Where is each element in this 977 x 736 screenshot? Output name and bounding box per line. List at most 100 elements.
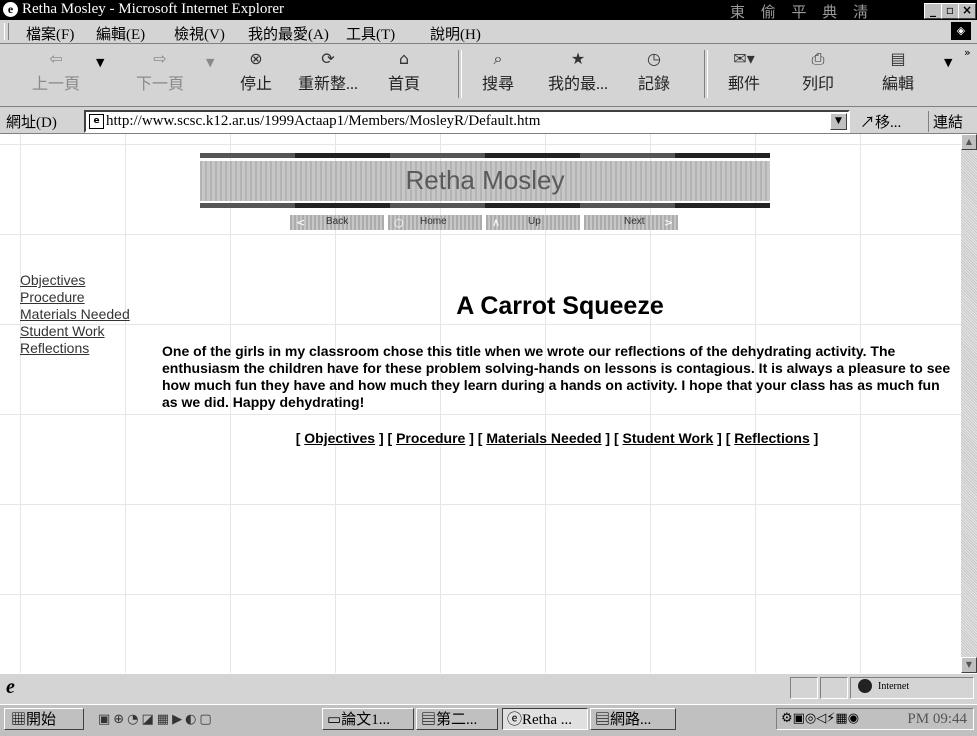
page-content: Retha Mosley < Back ○ Home ∧ Up Next > O…	[0, 134, 961, 673]
intro-paragraph: One of the girls in my classroom chose t…	[162, 343, 951, 410]
toolbar-separator	[704, 50, 708, 98]
minimize-button[interactable]: _	[924, 3, 942, 19]
taskbar: ▦開始 ▣⊕◔◪▦▶◐▢ ▭論文1... ▤第二... ⓔRetha ... ▤…	[0, 704, 977, 736]
bottom-link-procedure[interactable]: Procedure	[396, 430, 465, 446]
folder-icon: ▭	[327, 712, 342, 728]
ie-app-icon[interactable]: e	[3, 2, 18, 17]
toolbar-separator	[458, 50, 462, 98]
side-link-reflections[interactable]: Reflections	[20, 340, 89, 357]
history-button[interactable]: ◷ 記錄	[622, 48, 686, 94]
window-title: Retha Mosley - Microsoft Internet Explor…	[22, 1, 285, 17]
windows-logo-icon: ◈	[951, 22, 971, 40]
taskbar-item-network[interactable]: ▤網路...	[590, 708, 676, 730]
forward-button[interactable]: ⇨ 下一頁	[128, 48, 192, 94]
home-button[interactable]: ⌂ 首頁	[372, 48, 436, 94]
menu-view[interactable]: 檢視(V)	[174, 23, 225, 44]
status-pane	[790, 677, 818, 699]
system-tray: ⚙▣◎◁⚡▦◉ PM 09:44	[776, 708, 974, 730]
faded-title-text: 東 偷 平 典 淸	[730, 5, 875, 21]
zone-label: Internet	[878, 681, 910, 692]
menu-favorites[interactable]: 我的最愛(A)	[248, 23, 329, 44]
favorites-button[interactable]: ★ 我的最...	[546, 48, 610, 94]
maximize-button[interactable]: ▫	[941, 3, 959, 19]
toolbar: ⇦ 上一頁 ▼ ⇨ 下一頁 ▼ ⊗ 停止 ⟳ 重新整... ⌂ 首頁 ⌕ 搜尋 …	[0, 44, 977, 107]
bottom-links: [ Objectives ] [ Procedure ] [ Materials…	[295, 430, 819, 446]
favorites-icon: ★	[570, 49, 586, 68]
search-button[interactable]: ⌕ 搜尋	[466, 48, 530, 94]
taskbar-item-retha[interactable]: ⓔRetha ...	[502, 708, 588, 730]
chevron-up-icon: ∧	[492, 216, 501, 229]
taskbar-item-chapter[interactable]: ▤第二...	[416, 708, 498, 730]
address-dropdown-icon[interactable]: ▼	[830, 113, 847, 130]
side-link-objectives[interactable]: Objectives	[20, 272, 85, 289]
status-bar: e Internet	[0, 673, 977, 704]
address-bar: 網址(D) e http://www.scsc.k12.ar.us/1999Ac…	[0, 107, 977, 134]
close-button[interactable]: ×	[958, 3, 976, 19]
page-heading: A Carrot Squeeze	[456, 292, 664, 320]
side-link-materials-needed[interactable]: Materials Needed	[20, 306, 130, 323]
menu-tools[interactable]: 工具(T)	[346, 23, 395, 44]
tray-icons[interactable]: ⚙▣◎◁⚡▦◉	[781, 711, 859, 726]
document-icon: ▤	[595, 712, 611, 728]
nav-back-button[interactable]: < Back	[290, 215, 384, 230]
edit-button[interactable]: ▤ 編輯	[866, 48, 930, 94]
menu-file[interactable]: 檔案(F)	[26, 23, 74, 44]
ie-status-icon: e	[6, 676, 15, 698]
nav-next-button[interactable]: Next >	[584, 215, 678, 230]
back-button[interactable]: ⇦ 上一頁	[24, 48, 88, 94]
bottom-link-materials-needed[interactable]: Materials Needed	[486, 430, 601, 446]
home-icon: ⌂	[398, 49, 410, 68]
title-bar: e Retha Mosley - Microsoft Internet Expl…	[0, 0, 977, 21]
clock[interactable]: PM 09:44	[907, 711, 967, 728]
start-button[interactable]: ▦開始	[4, 708, 84, 730]
address-input[interactable]: e http://www.scsc.k12.ar.us/1999Actaap1/…	[84, 110, 850, 133]
edit-icon: ▤	[890, 49, 906, 68]
refresh-button[interactable]: ⟳ 重新整...	[296, 48, 360, 94]
chevron-right-icon: >	[664, 216, 674, 229]
mail-button[interactable]: ✉▾ 郵件	[712, 48, 776, 94]
toolbar-overflow-icon[interactable]: »	[964, 46, 971, 59]
bottom-link-student-work[interactable]: Student Work	[623, 430, 714, 446]
bottom-link-objectives[interactable]: Objectives	[304, 430, 375, 446]
history-icon: ◷	[647, 49, 661, 68]
banner: Retha Mosley	[200, 153, 770, 211]
print-button[interactable]: ⎙ 列印	[786, 48, 850, 94]
mail-icon: ✉▾	[733, 49, 755, 68]
windows-flag-icon: ▦	[11, 712, 27, 728]
search-icon: ⌕	[493, 49, 503, 68]
globe-icon	[858, 679, 872, 693]
menu-grip[interactable]	[4, 23, 9, 40]
refresh-icon: ⟳	[321, 49, 335, 68]
taskbar-item-thesis[interactable]: ▭論文1...	[322, 708, 414, 730]
chevron-left-icon: <	[296, 216, 306, 229]
scroll-down-icon[interactable]: ▼	[961, 657, 977, 673]
address-label: 網址(D)	[6, 115, 57, 131]
nav-home-button[interactable]: ○ Home	[388, 215, 482, 230]
edit-dropdown-icon[interactable]: ▼	[944, 56, 952, 69]
side-link-procedure[interactable]: Procedure	[20, 289, 85, 306]
scroll-up-icon[interactable]: ▲	[961, 134, 977, 150]
back-arrow-icon: ⇦	[49, 49, 63, 68]
vertical-scrollbar[interactable]: ▲ ▼	[961, 134, 977, 673]
menu-help[interactable]: 說明(H)	[430, 23, 481, 44]
go-arrow-icon: ↗	[860, 115, 876, 131]
forward-arrow-icon: ⇨	[153, 49, 167, 68]
banner-bottom-bar	[200, 203, 770, 208]
menu-edit[interactable]: 編輯(E)	[96, 23, 145, 44]
go-button[interactable]: ↗移...	[860, 111, 901, 132]
bottom-link-reflections[interactable]: Reflections	[734, 430, 809, 446]
status-pane	[820, 677, 848, 699]
stop-icon: ⊗	[249, 49, 263, 68]
stop-button[interactable]: ⊗ 停止	[224, 48, 288, 94]
print-icon: ⎙	[811, 49, 825, 68]
links-button[interactable]: 連結	[928, 111, 963, 132]
banner-top-bar	[200, 153, 770, 158]
side-link-student-work[interactable]: Student Work	[20, 323, 105, 340]
nav-up-button[interactable]: ∧ Up	[486, 215, 580, 230]
forward-dropdown-icon[interactable]: ▼	[206, 56, 214, 69]
back-dropdown-icon[interactable]: ▼	[96, 56, 104, 69]
quick-launch-icons[interactable]: ▣⊕◔◪▦▶◐▢	[98, 712, 215, 727]
ie-icon: ⓔ	[507, 712, 523, 728]
banner-title: Retha Mosley	[405, 165, 565, 195]
address-url[interactable]: http://www.scsc.k12.ar.us/1999Actaap1/Me…	[106, 113, 540, 130]
